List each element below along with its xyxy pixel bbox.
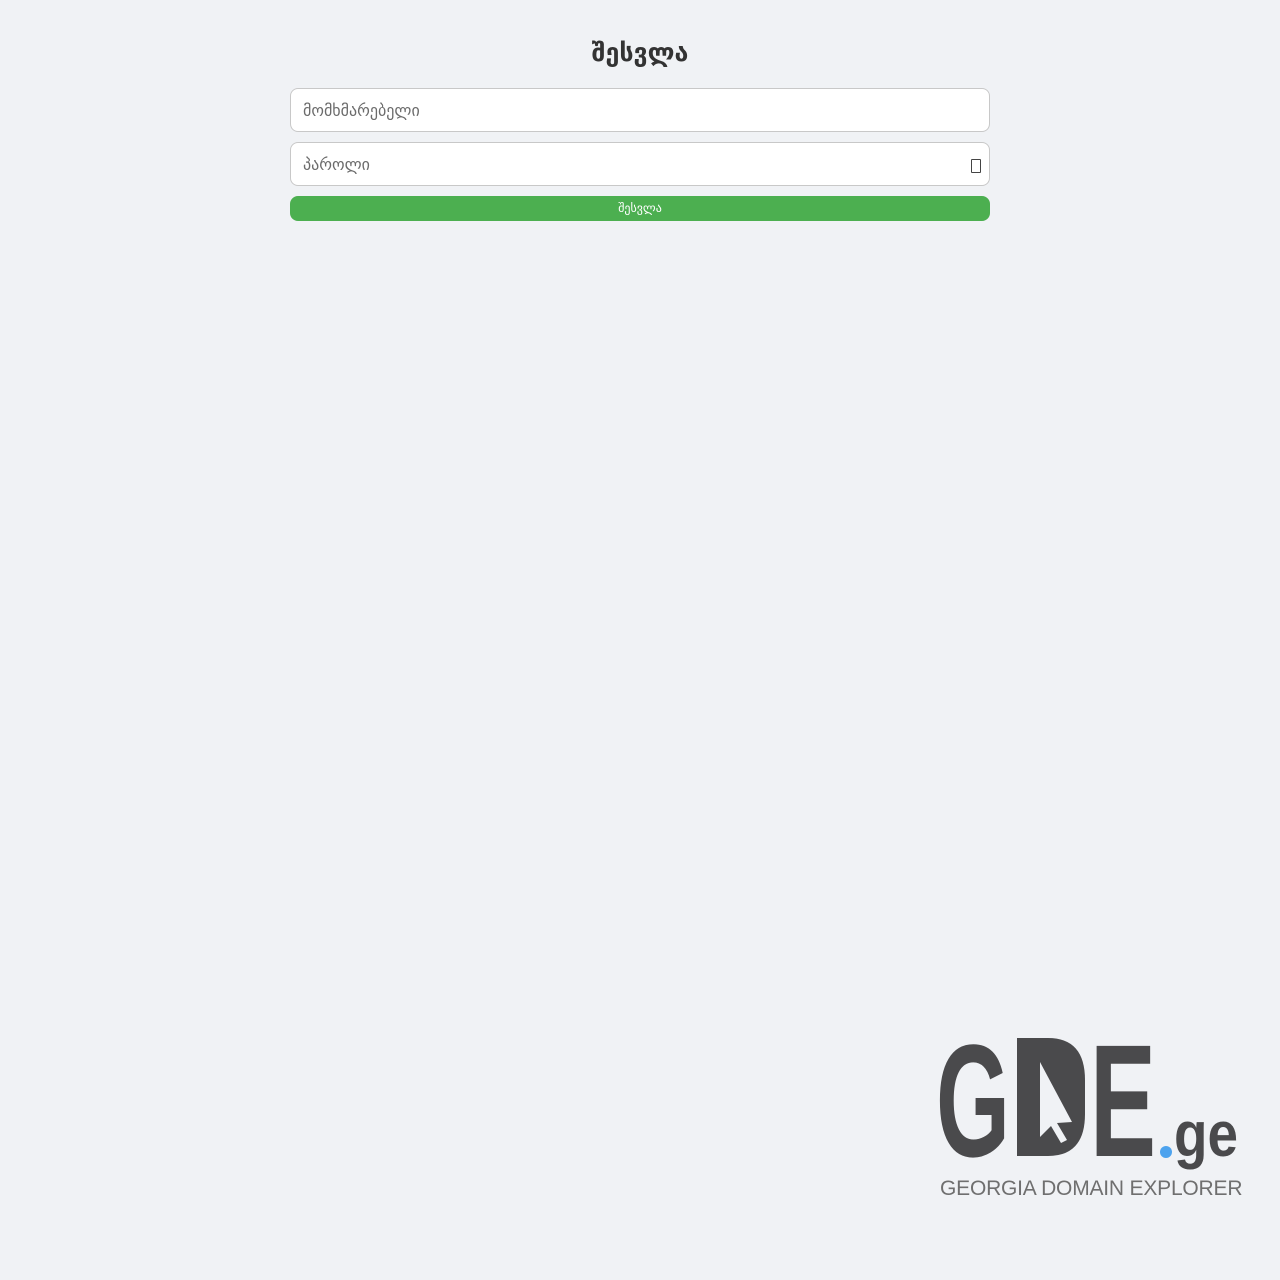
logo-letter-e: E — [1090, 1030, 1156, 1175]
username-field — [290, 88, 990, 132]
logo-letter-d — [1017, 1038, 1085, 1156]
logo-suffix-ge: ge — [1174, 1098, 1238, 1170]
logo-letter-g: G — [936, 1030, 1010, 1175]
gde-logo-mark: G E ge — [936, 1030, 1238, 1175]
brand-logo: G E ge GEORGIA DOMAIN EXPLORER — [934, 1030, 1244, 1205]
username-input[interactable] — [291, 89, 989, 131]
logo-dot — [1160, 1146, 1172, 1158]
page-title: შესვლა — [591, 38, 689, 67]
login-button[interactable]: შესვლა — [290, 196, 990, 221]
password-input[interactable] — [291, 143, 989, 185]
login-form: შესვლა შესვლა — [290, 30, 990, 221]
brand-tagline: GEORGIA DOMAIN EXPLORER — [940, 1177, 1243, 1200]
password-field — [290, 142, 990, 186]
eye-icon[interactable] — [971, 159, 981, 173]
